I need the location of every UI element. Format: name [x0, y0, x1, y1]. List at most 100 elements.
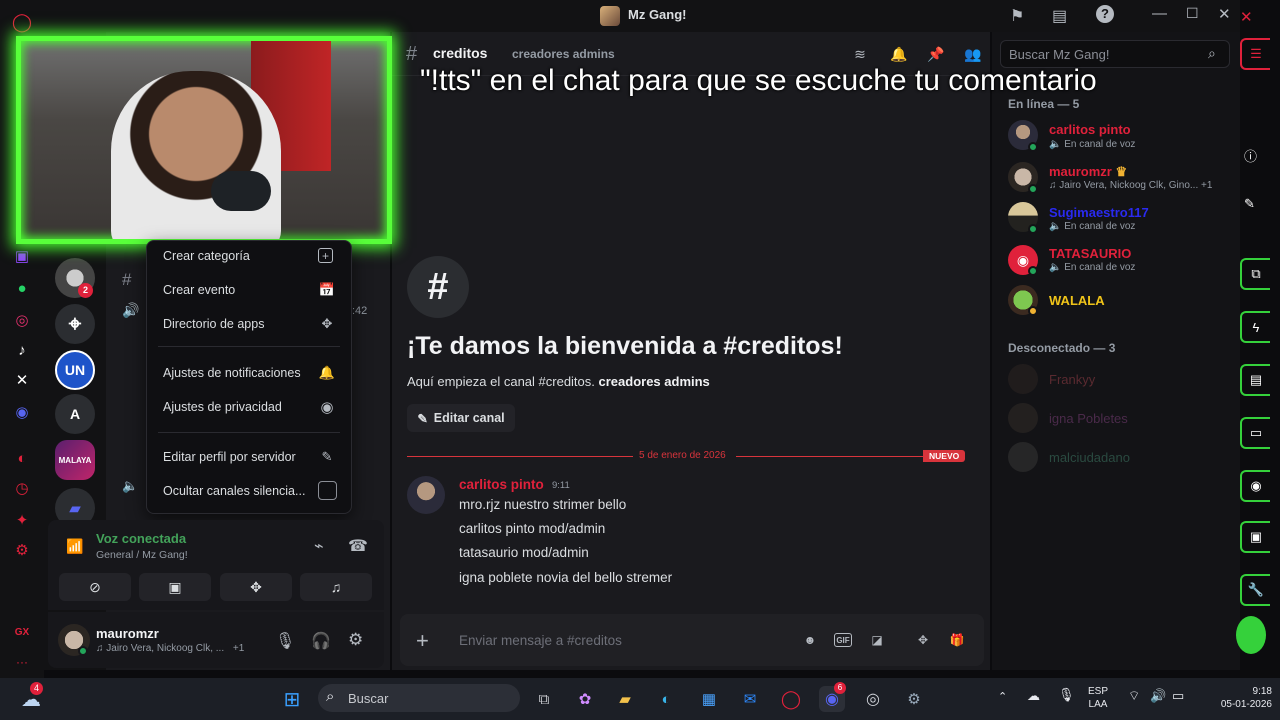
windows-start-icon[interactable]: ⊞ [279, 686, 305, 712]
camera-toggle-button[interactable]: ⊘ [59, 573, 131, 601]
voice-channel-path[interactable]: General / Mz Gang! [96, 549, 188, 561]
emoji-icon[interactable]: ☻ [800, 630, 820, 650]
settings-taskbar-icon[interactable]: ⚙ [901, 686, 927, 712]
member-name[interactable]: malciudadano [1049, 450, 1130, 465]
gift-icon[interactable]: 🎁 [947, 630, 967, 650]
wrench-icon[interactable]: 🔧 [1240, 574, 1270, 606]
menu-item-edit-server-profile[interactable]: Editar perfil por servidor [163, 450, 296, 464]
menu-item-app-directory[interactable]: Directorio de apps [163, 317, 264, 331]
message-avatar[interactable] [407, 476, 445, 514]
channel-topic[interactable]: creadores admins [512, 47, 615, 61]
pin-icon[interactable]: 📌 [926, 44, 946, 64]
task-view-icon[interactable]: ⧉ [531, 686, 557, 712]
menu-item-privacy-settings[interactable]: Ajustes de privacidad [163, 400, 282, 414]
disconnect-icon[interactable]: ☎ [348, 536, 368, 556]
microphone-icon[interactable]: 🎙 [275, 631, 295, 651]
threads-icon[interactable]: ≋ [850, 44, 870, 64]
gx-icon[interactable]: GX [10, 620, 34, 644]
member-avatar[interactable] [1008, 442, 1038, 472]
onedrive-icon[interactable]: ☁ [1027, 688, 1040, 704]
soundboard-button[interactable]: ♫ [300, 573, 372, 601]
member-avatar[interactable] [1008, 403, 1038, 433]
gif-icon[interactable]: GIF [834, 633, 852, 647]
menu-item-create-event[interactable]: Crear evento [163, 283, 235, 297]
taskbar-search[interactable]: Buscar [318, 684, 520, 712]
voice-channel-icon-2[interactable]: 🔈 [122, 478, 138, 494]
file-explorer-icon[interactable]: ▰ [612, 686, 638, 712]
wifi-icon[interactable]: ⌔ [1128, 688, 1140, 704]
menu-item-hide-muted[interactable]: Ocultar canales silencia... [163, 484, 305, 498]
screenshot-icon[interactable]: ⧉ [1240, 258, 1270, 290]
close-panel-icon[interactable]: ✕ [1240, 8, 1253, 26]
a-server-icon[interactable]: A [55, 394, 95, 434]
clock[interactable]: 9:18 05-01-2026 [1198, 685, 1278, 711]
language-indicator[interactable]: ESP LAA [1088, 685, 1108, 711]
minimize-icon[interactable]: — [1152, 5, 1167, 22]
obs-icon[interactable]: ◎ [860, 686, 886, 712]
sticker-icon[interactable]: ◪ [867, 630, 887, 650]
member-name[interactable]: mauromzr ♛ [1049, 164, 1127, 180]
screen-share-button[interactable]: ▣ [139, 573, 211, 601]
camera-icon[interactable]: ▣ [1240, 521, 1270, 553]
crosshair-server-icon[interactable]: ⌖ [55, 304, 95, 344]
menu-item-create-category[interactable]: Crear categoría [163, 249, 250, 263]
notes-icon[interactable]: ▤ [1240, 364, 1270, 396]
member-list-icon[interactable]: 👥 [963, 44, 983, 64]
store-icon[interactable]: ▦ [696, 686, 722, 712]
opera-taskbar-icon[interactable]: ◯ [778, 686, 804, 712]
player-icon[interactable]: ◐ [10, 446, 34, 470]
mic-tray-icon[interactable]: 🎙 [1058, 687, 1075, 703]
twitch-icon[interactable]: ▣ [10, 244, 34, 268]
chat-bubble-icon[interactable]: ▭ [1240, 417, 1270, 449]
member-avatar[interactable] [1008, 364, 1038, 394]
whatsapp-icon[interactable]: ● [10, 276, 34, 300]
extensions-icon[interactable]: ✦ [10, 508, 34, 532]
un-server-icon[interactable]: UN [55, 350, 95, 390]
edit-icon[interactable]: ✎ [1244, 196, 1255, 212]
volume-icon[interactable]: 🔊 [1150, 688, 1166, 704]
maximize-icon[interactable]: ☐ [1186, 5, 1199, 22]
edge-icon[interactable]: ◐ [653, 686, 679, 712]
edit-channel-button[interactable]: ✎ Editar canal [407, 404, 515, 432]
flag-icon[interactable]: ⚑ [1010, 6, 1024, 26]
green-action-button[interactable] [1236, 616, 1266, 654]
notification-bell-icon[interactable]: 🔔 [889, 44, 909, 64]
message-author[interactable]: carlitos pinto [459, 477, 544, 492]
battery-icon[interactable]: ▭ [1172, 688, 1184, 704]
inbox-icon[interactable]: ▤ [1052, 6, 1067, 26]
composer-placeholder[interactable]: Enviar mensaje a #creditos [459, 633, 622, 648]
member-name[interactable]: Sugimaestro117 [1049, 205, 1149, 220]
copilot-icon[interactable]: ✿ [572, 686, 598, 712]
x-icon[interactable]: ✕ [10, 368, 34, 392]
bolt-icon[interactable]: ϟ [1240, 311, 1270, 343]
member-name[interactable]: WALALA [1049, 293, 1105, 308]
more-icon[interactable]: ··· [10, 650, 34, 674]
history-icon[interactable]: ◷ [10, 476, 34, 500]
menu-icon[interactable]: ☰ [1240, 38, 1270, 70]
tiktok-icon[interactable]: ♪ [10, 338, 34, 362]
settings-icon[interactable]: ⚙ [10, 538, 34, 562]
tray-chevron-icon[interactable]: ⌃ [998, 690, 1007, 703]
close-icon[interactable]: ✕ [1218, 5, 1231, 23]
help-icon[interactable]: ? [1096, 5, 1114, 23]
member-name[interactable]: igna Pobletes [1049, 411, 1128, 426]
user-name[interactable]: mauromzr [96, 626, 159, 641]
menu-item-notification-settings[interactable]: Ajustes de notificaciones [163, 366, 301, 380]
voice-channel-icon[interactable]: 🔊 [122, 302, 139, 319]
opera-logo-icon[interactable]: ◯ [10, 10, 34, 34]
attach-plus-icon[interactable]: + [416, 628, 429, 654]
info-icon[interactable]: ⓘ [1244, 146, 1257, 165]
malaya-server-icon[interactable]: MALAYA [55, 440, 95, 480]
broadcast-icon[interactable]: ◉ [1240, 470, 1270, 502]
instagram-icon[interactable]: ◎ [10, 308, 34, 332]
hash-channel-icon[interactable]: # [122, 270, 131, 290]
hide-muted-checkbox[interactable] [318, 481, 337, 500]
member-name[interactable]: TATASAURIO [1049, 246, 1131, 261]
discord-icon[interactable]: ◉ [10, 400, 34, 424]
member-name[interactable]: Frankyy [1049, 372, 1095, 387]
apps-icon[interactable]: ✥ [913, 630, 933, 650]
headphones-icon[interactable]: 🎧 [311, 631, 331, 651]
noise-suppression-icon[interactable]: ⌁ [314, 536, 324, 556]
member-name[interactable]: carlitos pinto [1049, 122, 1131, 137]
user-settings-icon[interactable]: ⚙ [348, 630, 363, 650]
